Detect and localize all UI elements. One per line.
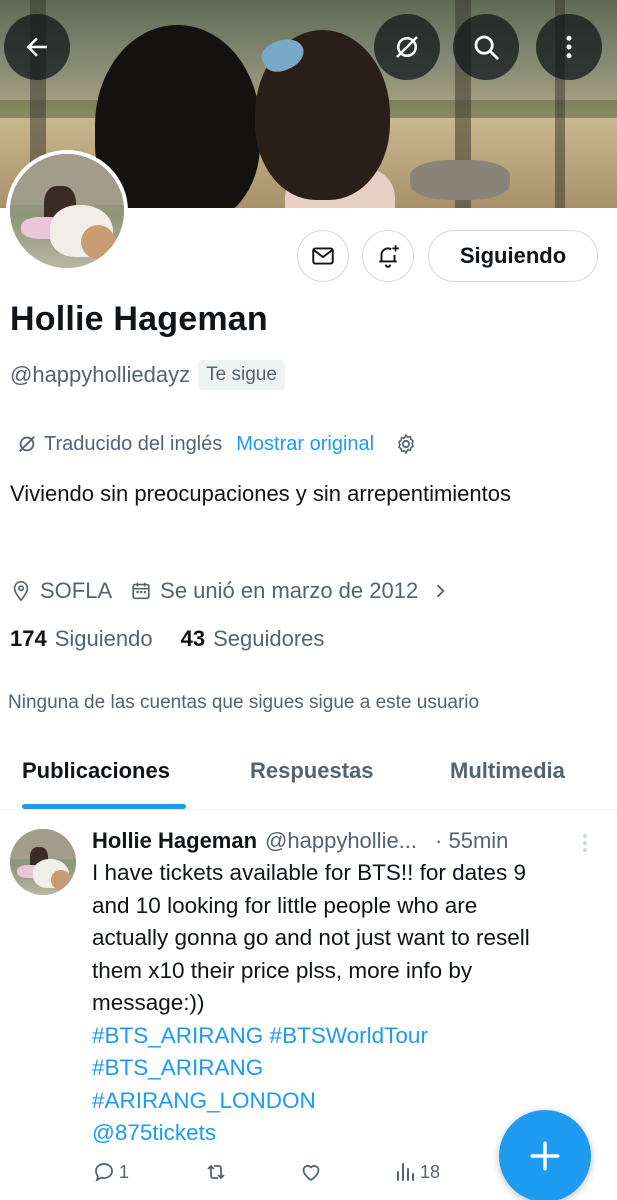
- profile-location: SOFLA: [40, 578, 113, 603]
- back-button[interactable]: [4, 14, 70, 80]
- repost-button[interactable]: [204, 1160, 299, 1184]
- hashtag-link[interactable]: #ARIRANG_LONDON: [92, 1085, 597, 1118]
- translate-toggle-button[interactable]: [374, 14, 440, 80]
- followers-label: Seguidores: [213, 626, 325, 651]
- profile-tabs: Publicaciones Respuestas Multimedia: [0, 740, 617, 810]
- handle-row: @happyholliedayz Te sigue: [10, 358, 285, 392]
- views-button[interactable]: 18: [393, 1160, 440, 1184]
- more-vertical-icon: [566, 35, 572, 59]
- like-button[interactable]: [299, 1160, 393, 1184]
- translation-row: Traducido del inglés Mostrar original: [16, 428, 420, 460]
- plus-icon: [530, 1141, 560, 1171]
- reply-button[interactable]: 1: [92, 1160, 204, 1184]
- following-button[interactable]: Siguiendo: [428, 230, 598, 282]
- search-icon: [474, 35, 499, 60]
- followers-stat[interactable]: 43 Seguidores: [181, 626, 325, 652]
- bell-plus-icon: [379, 245, 399, 268]
- profile-details-button[interactable]: [430, 581, 450, 601]
- hashtag-link[interactable]: #BTS_ARIRANG #BTSWorldTour: [92, 1020, 597, 1053]
- follows-you-badge: Te sigue: [198, 360, 285, 390]
- post-text: I have tickets available for BTS!! for d…: [92, 857, 597, 1150]
- envelope-icon: [312, 247, 334, 265]
- profile-name: Hollie Hageman: [10, 300, 268, 338]
- post-author-handle[interactable]: @happyhollie...: [265, 828, 417, 854]
- banner-rock: [410, 160, 510, 200]
- post-text-line: and 10 looking for little people who are: [92, 892, 478, 918]
- translation-settings-button[interactable]: [394, 431, 420, 457]
- translate-icon: [19, 436, 35, 452]
- translated-label: Traducido del inglés: [44, 432, 223, 455]
- tab-publicaciones[interactable]: Publicaciones: [22, 758, 170, 784]
- avatar-goat-brown: [50, 869, 71, 890]
- reply-count: 1: [119, 1161, 130, 1182]
- search-button[interactable]: [453, 14, 519, 80]
- active-tab-indicator: [22, 804, 186, 809]
- hashtag-link[interactable]: #BTS_ARIRANG: [92, 1052, 597, 1085]
- followers-count: 43: [180, 626, 206, 651]
- follow-stats: 174 Siguiendo 43 Seguidores: [10, 626, 324, 652]
- avatar-goat-brown: [80, 224, 115, 259]
- heart-icon: [302, 1165, 320, 1181]
- post-author-avatar[interactable]: [10, 829, 76, 895]
- reply-icon: [95, 1163, 113, 1182]
- post-text-line: message:)): [92, 990, 205, 1015]
- post-text-line: actually gonna go and not just want to r…: [92, 925, 530, 950]
- tab-multimedia[interactable]: Multimedia: [450, 758, 565, 784]
- views-chart-icon: [397, 1163, 414, 1181]
- following-count: 174: [10, 626, 47, 651]
- show-original-link[interactable]: Mostrar original: [236, 433, 374, 456]
- mutual-followers-text: Ninguna de las cuentas que sigues sigue …: [8, 692, 480, 713]
- profile-meta: SOFLA Se unió en marzo de 2012: [10, 574, 450, 608]
- post-header: Hollie Hageman @happyhollie... · 55min: [92, 825, 508, 857]
- profile-joined-date: Se unió en marzo de 2012: [160, 578, 419, 603]
- post-timestamp: · 55min: [435, 828, 509, 853]
- repost-icon: [207, 1165, 225, 1179]
- following-label: Siguiendo: [54, 626, 153, 651]
- back-arrow-icon: [26, 37, 47, 57]
- following-stat[interactable]: 174 Siguiendo: [10, 626, 153, 652]
- views-count: 18: [420, 1161, 441, 1182]
- translate-icon: [396, 36, 418, 58]
- compose-button[interactable]: [499, 1110, 591, 1200]
- profile-bio: Viviendo sin preocupaciones y sin arrepe…: [10, 481, 511, 506]
- more-vertical-icon[interactable]: [576, 831, 594, 855]
- profile-handle: @happyholliedayz: [10, 362, 191, 387]
- calendar-icon: [132, 582, 150, 600]
- location-pin-icon: [13, 581, 29, 602]
- notifications-button[interactable]: [362, 230, 414, 282]
- chevron-right-icon: [437, 584, 445, 598]
- gear-icon: [398, 434, 414, 454]
- post-actions: 1 18: [92, 1156, 440, 1188]
- tab-respuestas[interactable]: Respuestas: [250, 758, 374, 784]
- post-author-name[interactable]: Hollie Hageman: [92, 828, 257, 854]
- message-button[interactable]: [297, 230, 349, 282]
- more-options-button[interactable]: [536, 14, 602, 80]
- post-text-line: I have tickets available for BTS!! for d…: [92, 860, 526, 885]
- profile-avatar[interactable]: [6, 150, 128, 272]
- post-text-line: them x10 their price plss, more info by: [92, 957, 473, 983]
